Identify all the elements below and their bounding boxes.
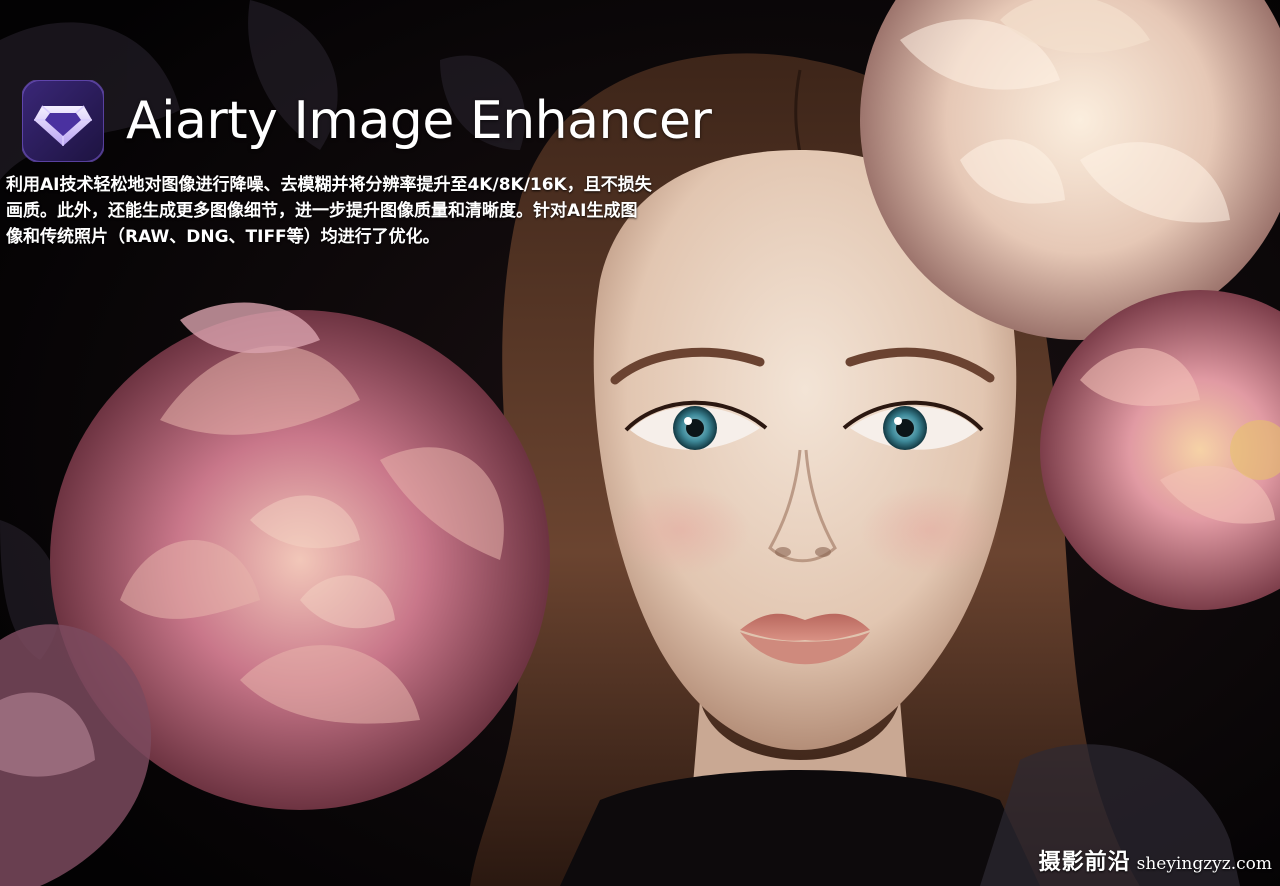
app-header: Aiarty Image Enhancer bbox=[22, 80, 712, 162]
watermark-url: sheyingzyz.com bbox=[1136, 854, 1272, 874]
site-watermark: 摄影前沿 sheyingzyz.com bbox=[1039, 844, 1272, 876]
watermark-label: 摄影前沿 bbox=[1038, 850, 1131, 875]
description-line: 画质。此外，还能生成更多图像细节，进一步提升图像质量和清晰度。针对AI生成图 bbox=[6, 201, 638, 221]
description-line: 像和传统照片（RAW、DNG、TIFF等）均进行了优化。 bbox=[6, 227, 440, 247]
hexagon-crown-logo-icon bbox=[22, 80, 104, 162]
app-title: Aiarty Image Enhancer bbox=[126, 91, 712, 151]
promo-banner: Aiarty Image Enhancer 利用AI技术轻松地对图像进行降噪、去… bbox=[0, 0, 1280, 886]
description-line: 利用AI技术轻松地对图像进行降噪、去模糊并将分辨率提升至4K/8K/16K，且不… bbox=[6, 175, 652, 195]
product-description: 利用AI技术轻松地对图像进行降噪、去模糊并将分辨率提升至4K/8K/16K，且不… bbox=[6, 172, 746, 250]
